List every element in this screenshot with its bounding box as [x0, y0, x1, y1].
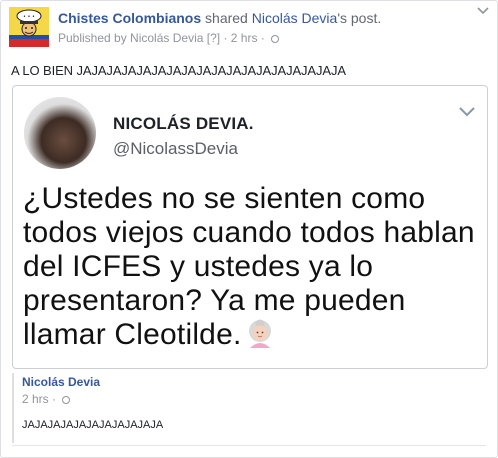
svg-text:• • •: • • • [23, 14, 35, 20]
post-meta: Published by Nicolás Devia [?] · 2 hrs · [58, 31, 280, 45]
tweet-chevron-down-icon [459, 104, 475, 122]
shared-post-bar [12, 373, 14, 443]
page-name-link[interactable]: Chistes Colombianos [58, 10, 201, 26]
old-woman-emoji-icon [245, 318, 275, 356]
shared-privacy-globe-icon[interactable] [62, 396, 71, 404]
post-suffix: 's post. [337, 10, 382, 26]
tweet-avatar [24, 97, 96, 169]
tweet-body: ¿Ustedes no se sienten como todos viejos… [23, 182, 483, 356]
facebook-post: • • • Chistes Colombianos shared Nicolás… [0, 0, 498, 458]
help-badge[interactable]: [?] [207, 31, 220, 45]
tweet-image[interactable]: NICOLÁS DEVIA. @NicolassDevia ¿Ustedes n… [12, 85, 488, 369]
post-options-chevron-down-icon[interactable] [477, 3, 489, 18]
tweet-handle: @NicolassDevia [113, 139, 238, 158]
shared-post-meta: 2 hrs · [22, 392, 71, 406]
meta-separator: · [223, 31, 228, 45]
post-timestamp[interactable]: 2 hrs [231, 31, 258, 45]
published-by-label[interactable]: Published by Nicolás Devia [58, 31, 203, 45]
shared-post-text: JAJAJAJAJAJAJAJAJAJAJA [22, 419, 164, 431]
original-author-link[interactable]: Nicolás Devia [252, 10, 338, 26]
shared-post: Nicolás Devia 2 hrs · JAJAJAJAJAJAJAJAJA… [12, 373, 486, 443]
shared-post-author[interactable]: Nicolás Devia [22, 375, 100, 389]
tweet-display-name: NICOLÁS DEVIA. [113, 114, 254, 133]
meta-separator-2: · [260, 31, 265, 45]
post-header: Chistes Colombianos shared Nicolás Devia… [58, 10, 381, 26]
post-message: A LO BIEN JAJAJAJAJAJAJAJAJAJAJAJAJAJAJA… [11, 63, 346, 78]
page-avatar-icon[interactable]: • • • [9, 7, 49, 47]
privacy-globe-icon[interactable] [271, 35, 280, 43]
shared-label: shared [201, 10, 252, 26]
bottom-divider [12, 445, 486, 446]
shared-post-timestamp[interactable]: 2 hrs [22, 392, 49, 406]
shared-post-separator: · [52, 392, 57, 406]
